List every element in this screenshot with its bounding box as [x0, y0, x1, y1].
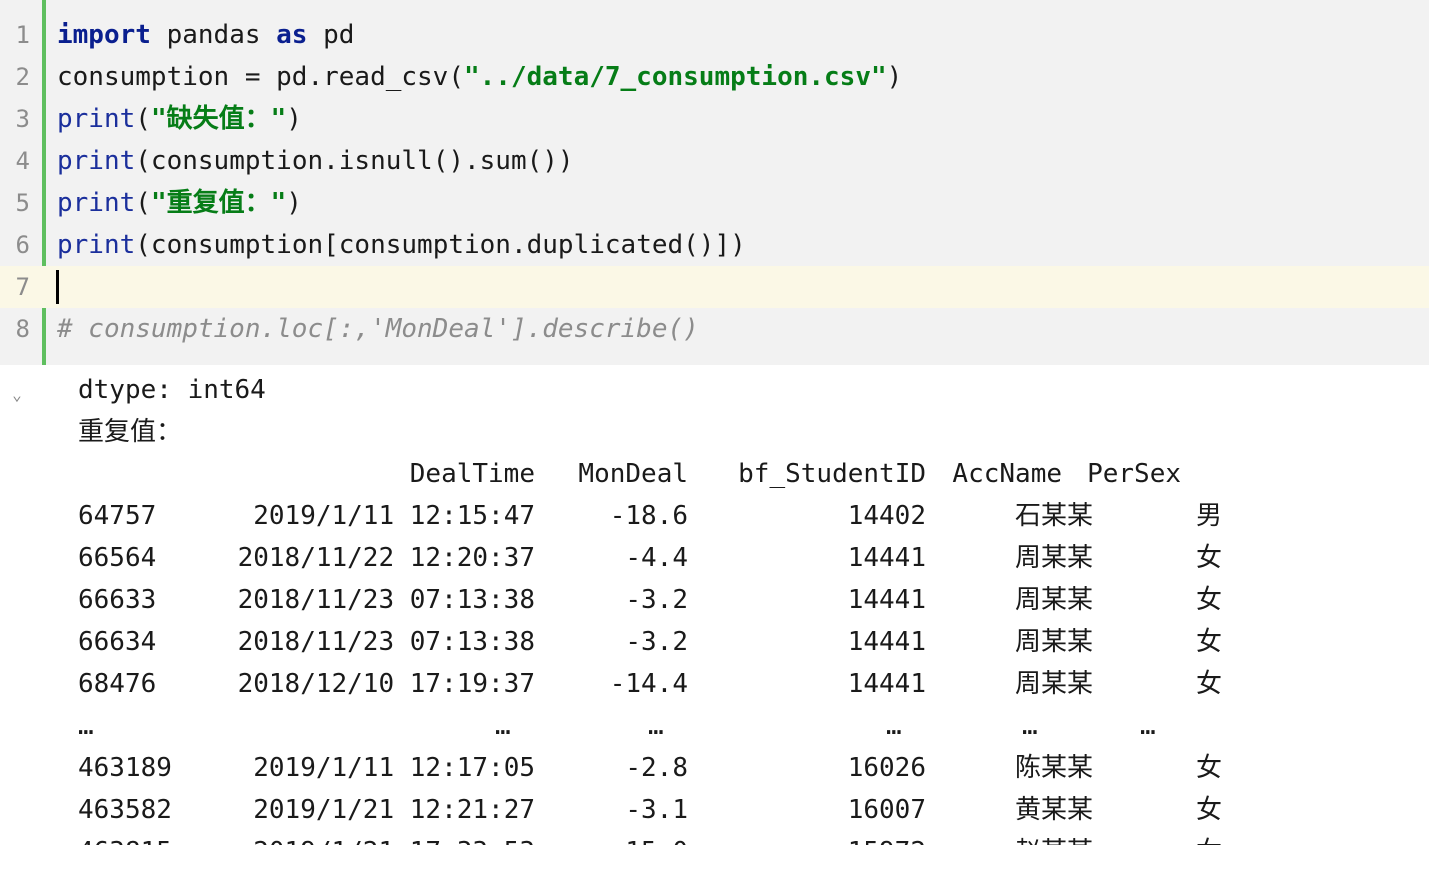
table-cell: 周某某: [1014, 669, 1093, 699]
table-cell: 周某某: [1014, 543, 1093, 573]
code-token: pd: [307, 20, 355, 50]
code-token: print: [57, 146, 136, 176]
output-panel: dtype: int64 重复值： DealTime MonDeal bf_Stud…: [0, 365, 1429, 845]
code-line[interactable]: 2 consumption = pd.read_csv("../data/7_co…: [0, 56, 1429, 98]
code-token: print: [57, 104, 136, 134]
code-text: # consumption.loc[:,'MonDeal'].describe(…: [57, 308, 699, 350]
line-number: 3: [15, 105, 30, 133]
table-cell: 周某某: [1014, 585, 1093, 615]
code-token: print: [57, 188, 136, 218]
table-cell: -18.6: [609, 501, 688, 531]
table-cell: 女: [1195, 753, 1222, 783]
table-cell: -2.8: [625, 753, 688, 783]
table-cell: 14441: [847, 543, 926, 573]
table-cell: -3.1: [625, 795, 688, 825]
text-caret: [56, 270, 59, 304]
table-cell: 2019/1/11 12:17:05: [253, 753, 535, 783]
code-line[interactable]: 6 print(consumption[consumption.duplicate…: [0, 224, 1429, 266]
table-cell: -4.4: [625, 543, 688, 573]
code-line[interactable]: 5 print("重复值："): [0, 182, 1429, 224]
code-text: print("重复值："): [57, 182, 302, 224]
line-number: 1: [15, 21, 30, 49]
code-line[interactable]: 3 print("缺失值："): [0, 98, 1429, 140]
table-cell: 女: [1142, 831, 1222, 845]
table-cell: -3.2: [625, 627, 688, 657]
table-cell: -15.0: [548, 831, 688, 845]
code-token: "../data/7_consumption.csv": [464, 62, 887, 92]
table-cell: 男: [1195, 501, 1222, 531]
duplicates-label: 重复值：: [78, 417, 183, 447]
code-text: import pandas as pd: [57, 14, 354, 56]
column-header: MonDeal: [578, 459, 688, 489]
code-token: (consumption[consumption.duplicated()]): [135, 230, 746, 260]
table-cell: 15972: [726, 831, 926, 845]
table-cell: 女: [1195, 543, 1222, 573]
column-header: PerSex: [1087, 459, 1181, 489]
table-cell: -14.4: [609, 669, 688, 699]
code-token: ): [286, 188, 302, 218]
table-cell: 16026: [847, 753, 926, 783]
table-cell: 女: [1195, 795, 1222, 825]
table-cell: 周某某: [1014, 627, 1093, 657]
code-token: import: [57, 20, 151, 50]
ellipsis-cell: …: [495, 711, 511, 741]
table-cell: 黄某某: [1014, 795, 1093, 825]
table-cell: 2018/12/10 17:19:37: [237, 669, 535, 699]
code-token: consumption = pd.read_csv(: [57, 62, 464, 92]
code-text: consumption = pd.read_csv("../data/7_con…: [57, 56, 902, 98]
code-line[interactable]: 1 import pandas as pd: [0, 14, 1429, 56]
table-cell: -3.2: [625, 585, 688, 615]
line-number: 5: [15, 189, 30, 217]
table-cell: 女: [1195, 585, 1222, 615]
line-number: 6: [15, 231, 30, 259]
code-text: print("缺失值："): [57, 98, 302, 140]
table-cell: 2018/11/23 07:13:38: [237, 627, 535, 657]
ellipsis-cell: …: [78, 711, 94, 741]
ellipsis-cell: …: [886, 711, 902, 741]
table-cell: 女: [1195, 627, 1222, 657]
code-token: ): [886, 62, 903, 92]
code-line[interactable]: 7: [0, 266, 1429, 308]
ellipsis-cell: …: [1022, 711, 1038, 741]
line-number: 2: [15, 63, 30, 91]
table-cell: 14441: [847, 627, 926, 657]
line-number: 7: [15, 273, 30, 301]
line-number: 8: [15, 315, 30, 343]
code-line[interactable]: 8 # consumption.loc[:,'MonDeal'].describe…: [0, 308, 1429, 350]
code-editor[interactable]: 1 import pandas as pd 2 consumption = pd.re…: [0, 0, 1429, 365]
code-token: "重复值：": [150, 188, 287, 218]
ellipsis-cell: …: [648, 711, 664, 741]
code-token: pandas: [150, 20, 277, 50]
code-token: # consumption.loc[:,'MonDeal'].describe(…: [57, 314, 699, 344]
table-cell: 2019/1/21 12:21:27: [253, 795, 535, 825]
table-cell: 16007: [847, 795, 926, 825]
code-text: print(consumption.isnull().sum()): [57, 140, 574, 182]
table-cell: 2019/1/21 17:33:53: [175, 831, 535, 845]
table-cell: 14441: [847, 669, 926, 699]
table-cell: 14441: [847, 585, 926, 615]
code-text: print(consumption[consumption.duplicated…: [57, 224, 746, 266]
code-line[interactable]: 4 print(consumption.isnull().sum()): [0, 140, 1429, 182]
table-cell: 石某某: [1014, 501, 1093, 531]
code-token: "缺失值：": [150, 104, 287, 134]
code-token: (: [135, 104, 151, 134]
table-cell: 女: [1195, 669, 1222, 699]
table-cell: 2018/11/23 07:13:38: [237, 585, 535, 615]
table-cell: 2018/11/22 12:20:37: [237, 543, 535, 573]
table-cell: 14402: [847, 501, 926, 531]
table-cell: 赵某某: [953, 831, 1093, 845]
ellipsis-cell: …: [1140, 711, 1156, 741]
code-token: (consumption.isnull().sum()): [135, 146, 574, 176]
code-token: print: [57, 230, 136, 260]
line-number: 4: [15, 147, 30, 175]
table-cell: 2019/1/11 12:15:47: [253, 501, 535, 531]
dtype-line: dtype: int64: [78, 375, 266, 405]
code-token: (: [135, 188, 151, 218]
table-cell: 陈某某: [1014, 753, 1093, 783]
code-token: ): [286, 104, 302, 134]
code-token: as: [276, 20, 308, 50]
